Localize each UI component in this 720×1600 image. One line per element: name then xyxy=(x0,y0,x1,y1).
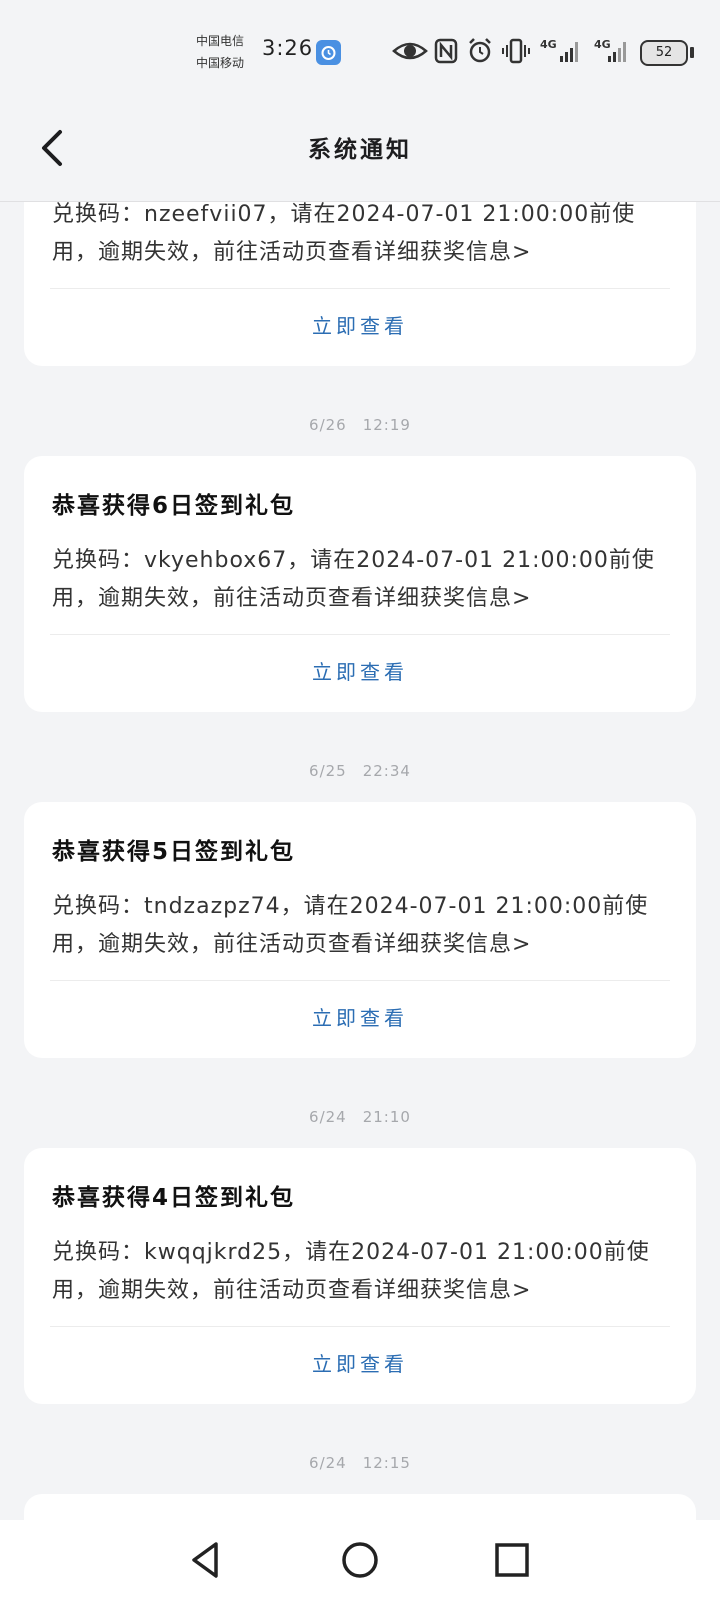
battery-icon: 52 xyxy=(640,40,688,66)
card-divider xyxy=(50,288,670,289)
notification-title: 恭喜获得6日签到礼包 xyxy=(52,493,296,519)
view-now-button[interactable]: 立即查看 xyxy=(24,1002,696,1031)
notification-feed[interactable]: 兑换码：nzeefvii07，请在2024-07-01 21:00:00前使用，… xyxy=(0,0,720,1520)
carrier-2: 中国移动 xyxy=(196,56,245,70)
notification-time: 6/25 22:34 xyxy=(309,762,411,780)
notification-card: 恭喜获得4日签到礼包 兑换码：kwqqjkrd25，请在2024-07-01 2… xyxy=(24,1148,696,1404)
nav-back-button[interactable] xyxy=(182,1536,230,1584)
nfc-icon xyxy=(434,38,458,64)
card-divider xyxy=(50,1326,670,1327)
view-now-button[interactable]: 立即查看 xyxy=(24,656,696,685)
alarm-clock-icon xyxy=(469,38,491,63)
page-title: 系统通知 xyxy=(308,137,412,163)
notification-card xyxy=(24,1494,696,1520)
alarm-badge-icon xyxy=(316,40,341,65)
notification-time: 6/24 12:15 xyxy=(309,1454,411,1472)
notification-card: 恭喜获得5日签到礼包 兑换码：tndzazpz74，请在2024-07-01 2… xyxy=(24,802,696,1058)
status-bar: 中国电信 中国移动 3:26 4G 4G 52 xyxy=(0,0,720,104)
card-divider xyxy=(50,634,670,635)
back-triangle-icon xyxy=(192,1542,218,1578)
carrier-names: 中国电信 中国移动 xyxy=(196,30,244,74)
notification-card: 恭喜获得6日签到礼包 兑换码：vkyehbox67，请在2024-07-01 2… xyxy=(24,456,696,712)
home-circle-icon xyxy=(342,1542,378,1578)
notification-body[interactable]: 兑换码：vkyehbox67，请在2024-07-01 21:00:00前使用，… xyxy=(52,542,672,618)
battery-cap xyxy=(690,47,694,58)
vibrate-icon xyxy=(502,38,530,64)
notification-time: 6/24 21:10 xyxy=(309,1108,411,1126)
view-now-button[interactable]: 立即查看 xyxy=(24,310,696,339)
notification-body[interactable]: 兑换码：kwqqjkrd25，请在2024-07-01 21:00:00前使用，… xyxy=(52,1234,672,1310)
notification-title: 恭喜获得4日签到礼包 xyxy=(52,1185,296,1211)
card-divider xyxy=(50,980,670,981)
eye-icon xyxy=(392,42,428,60)
nav-recents-button[interactable] xyxy=(488,1536,536,1584)
view-now-button[interactable]: 立即查看 xyxy=(24,1348,696,1377)
notification-title: 恭喜获得5日签到礼包 xyxy=(52,839,296,865)
app-header: 系统通知 xyxy=(0,104,720,202)
notification-time: 6/26 12:19 xyxy=(309,416,411,434)
recents-square-icon xyxy=(495,1543,529,1577)
signal-icon xyxy=(608,42,626,62)
signal-icon xyxy=(560,42,578,62)
system-nav-bar xyxy=(0,1520,720,1600)
status-time: 3:26 xyxy=(262,36,314,60)
nav-home-button[interactable] xyxy=(336,1536,384,1584)
notification-body[interactable]: 兑换码：tndzazpz74，请在2024-07-01 21:00:00前使用，… xyxy=(52,888,672,964)
notification-body[interactable]: 兑换码：nzeefvii07，请在2024-07-01 21:00:00前使用，… xyxy=(52,196,672,272)
carrier-1: 中国电信 xyxy=(196,34,245,48)
